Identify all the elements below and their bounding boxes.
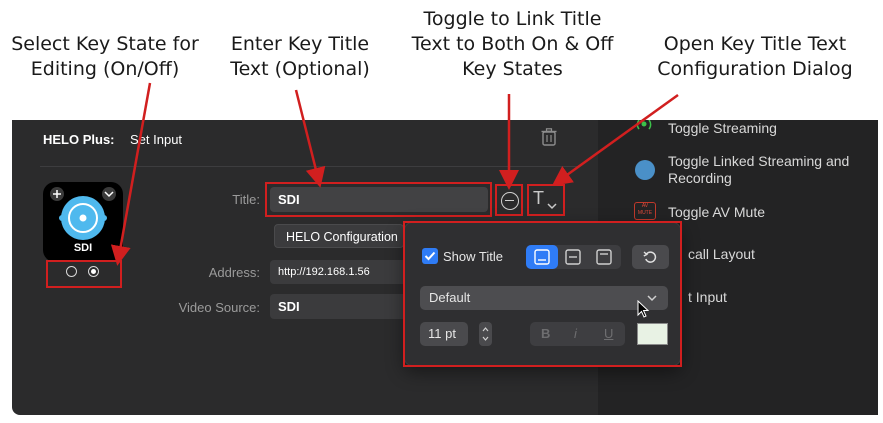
arrow-to-title-input	[294, 89, 326, 188]
annotation-arrows	[110, 82, 679, 266]
arrow-to-title-format	[551, 93, 679, 186]
arrow-to-key-state	[110, 82, 152, 266]
